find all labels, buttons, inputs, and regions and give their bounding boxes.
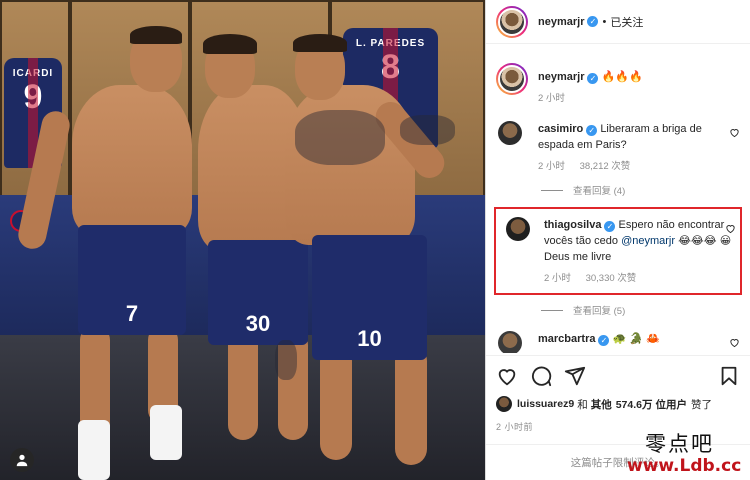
verified-badge-icon: ✓ xyxy=(586,125,598,136)
commenter-username[interactable]: marcbartra xyxy=(538,333,595,345)
watermark-text: 零点吧 xyxy=(645,432,714,456)
tagged-users-button[interactable] xyxy=(10,448,34,472)
post-photo[interactable]: ICARDI 9 L. PAREDES 8 7 30 xyxy=(0,0,485,480)
post-caption: neymarjr ✓ 🔥🔥🔥 2 小时 xyxy=(496,63,740,107)
comment-emojis: 🐢 🐊 🦀 xyxy=(612,333,660,345)
likes-unit: 位用户 xyxy=(655,398,687,411)
comment-item-highlighted: thiagosilva ✓ Espero não encontrar vocês … xyxy=(494,207,742,295)
author-avatar[interactable] xyxy=(496,63,528,95)
comment-item: marcbartra ✓ 🐢 🐊 🦀 xyxy=(496,331,740,353)
caption-username[interactable]: neymarjr xyxy=(538,71,584,83)
liker-username[interactable]: luissuarez9 xyxy=(517,398,574,410)
like-comment-heart-icon[interactable] xyxy=(729,337,740,348)
comments-list[interactable]: neymarjr ✓ 🔥🔥🔥 2 小时 casimiro ✓ Liberaram a… xyxy=(486,45,750,353)
comment-emojis: 😂😂😂 xyxy=(678,235,717,247)
like-comment-heart-icon[interactable] xyxy=(725,223,736,234)
likes-suffix: 赞了 xyxy=(690,398,712,411)
shorts-number: 30 xyxy=(208,240,308,345)
comment-time: 2 小时 xyxy=(544,273,571,284)
author-username[interactable]: neymarjr xyxy=(538,16,584,28)
likes-count[interactable]: 574.6万 xyxy=(616,397,653,412)
commenter-avatar[interactable] xyxy=(506,217,530,241)
comment-time: 2 小时 xyxy=(538,161,565,172)
likes-summary[interactable]: luissuarez9 和 其他 574.6万 位用户 赞了 xyxy=(496,396,744,412)
liker-avatar[interactable] xyxy=(496,396,512,412)
view-replies-button[interactable]: 查看回复 (4) xyxy=(541,183,740,197)
verified-badge-icon: ✓ xyxy=(604,221,616,232)
verified-badge-icon: ✓ xyxy=(598,335,610,346)
verified-badge-icon: ✓ xyxy=(587,16,599,27)
verified-badge-icon: ✓ xyxy=(587,73,599,84)
shorts-number: 7 xyxy=(78,225,186,335)
comment-emojis: 😀 xyxy=(719,235,732,247)
shorts-number: 10 xyxy=(312,235,427,360)
caption-time: 2 小时 xyxy=(538,93,565,104)
post-sidebar: neymarjr ✓ • 已关注 neymarjr ✓ 🔥🔥🔥 2 小时 casi… xyxy=(485,0,750,480)
comment-mention-link[interactable]: @neymarjr xyxy=(621,235,675,247)
comment-likes[interactable]: 38,212 次赞 xyxy=(580,161,631,172)
post-timestamp[interactable]: 2 小时前 xyxy=(496,420,533,433)
commenter-avatar[interactable] xyxy=(498,331,522,353)
comment-text: Deus me livre xyxy=(544,251,612,263)
view-replies-label: 查看回复 (5) xyxy=(573,306,626,317)
view-replies-button[interactable]: 查看回复 (5) xyxy=(541,303,740,317)
post-header: neymarjr ✓ • 已关注 xyxy=(486,0,750,44)
follow-status-button[interactable]: 已关注 xyxy=(610,14,643,30)
like-heart-icon[interactable] xyxy=(496,365,518,387)
separator-dot: • xyxy=(602,15,607,28)
commenter-username[interactable]: casimiro xyxy=(538,123,583,135)
author-avatar[interactable] xyxy=(496,5,528,38)
comment-item: casimiro ✓ Liberaram a briga de espada em… xyxy=(496,121,740,175)
post-actions-bar xyxy=(486,355,750,395)
commenter-avatar[interactable] xyxy=(498,121,522,145)
likes-others[interactable]: 其他 xyxy=(591,397,612,412)
likes-and: 和 xyxy=(577,398,588,411)
like-comment-heart-icon[interactable] xyxy=(729,127,740,138)
comment-likes[interactable]: 30,330 次赞 xyxy=(586,273,637,284)
comment-bubble-icon[interactable] xyxy=(530,365,552,387)
caption-text: 🔥🔥🔥 xyxy=(601,71,643,83)
user-icon xyxy=(16,454,28,467)
view-replies-label: 查看回复 (4) xyxy=(573,186,626,197)
commenter-username[interactable]: thiagosilva xyxy=(544,219,601,231)
watermark-url: www.Ldb.cc xyxy=(627,456,742,476)
save-bookmark-icon[interactable] xyxy=(718,365,740,387)
share-paper-plane-icon[interactable] xyxy=(564,365,586,387)
